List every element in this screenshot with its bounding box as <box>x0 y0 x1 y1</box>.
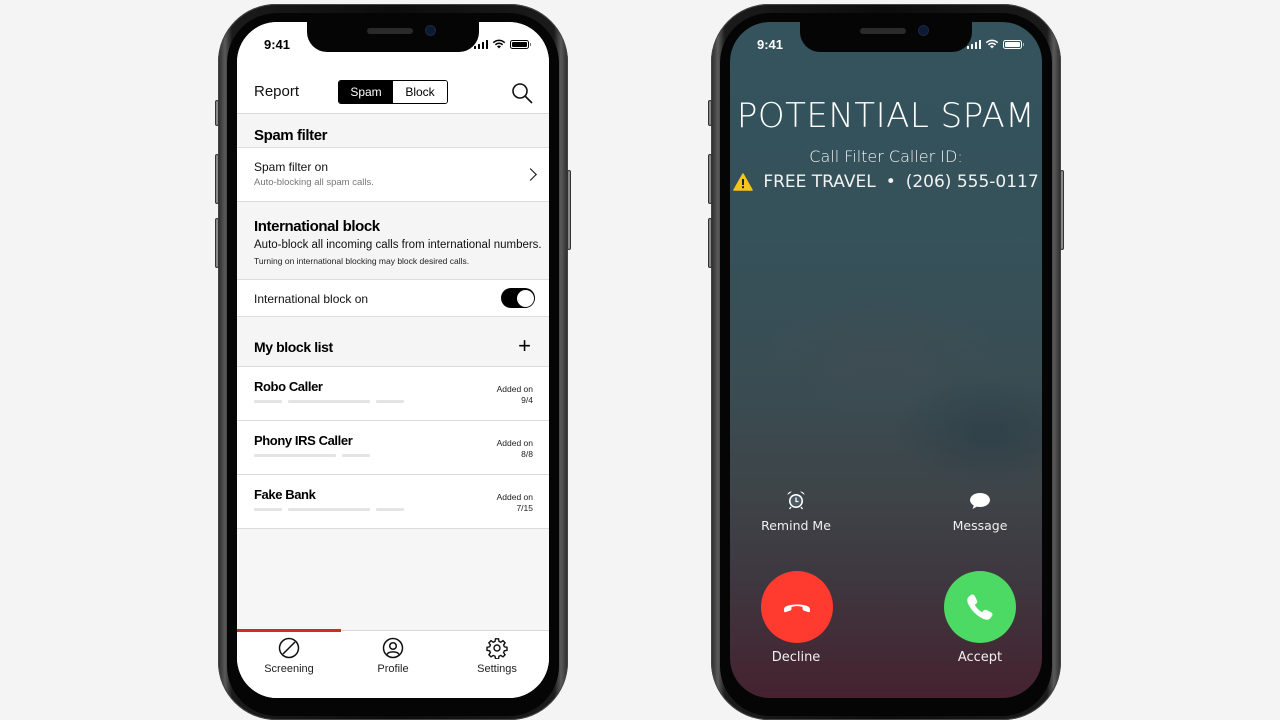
top-bar: Report Spam Block <box>237 64 549 114</box>
warning-icon <box>733 173 754 191</box>
tab-screening[interactable]: Screening <box>237 637 341 675</box>
international-block-section-header: International block Auto-block all incom… <box>237 202 549 280</box>
volume-up-button <box>708 154 712 204</box>
notch <box>307 22 479 52</box>
phone-icon <box>967 594 993 620</box>
search-icon[interactable] <box>511 82 533 104</box>
caller-info: FREE TRAVEL • (206) 555-0117 <box>730 172 1042 192</box>
spam-filter-row-label: Spam filter on <box>254 160 329 174</box>
caller-id-label: Call Filter Caller ID: <box>809 147 963 166</box>
gear-icon <box>486 638 508 659</box>
message-button[interactable]: Message <box>925 492 1035 533</box>
tab-label: Profile <box>377 663 409 675</box>
international-block-row: International block on <box>237 279 549 317</box>
spam-filter-row[interactable]: Spam filter on Auto-blocking all spam ca… <box>237 147 549 202</box>
block-item-added: Added on 9/4 <box>496 384 533 405</box>
chevron-right-icon <box>524 168 537 181</box>
block-item-name: Phony IRS Caller <box>254 433 353 448</box>
call-title: POTENTIAL SPAM <box>736 96 1036 136</box>
power-button <box>1060 170 1064 250</box>
international-block-row-label: International block on <box>254 292 369 306</box>
volume-down-button <box>215 218 219 268</box>
wifi-icon <box>492 39 506 49</box>
block-list-item[interactable]: Robo Caller Added on 9/4 <box>237 367 549 421</box>
block-item-name: Fake Bank <box>254 487 316 502</box>
wifi-icon <box>985 39 999 49</box>
prohibited-icon <box>278 637 300 659</box>
tab-settings[interactable]: Settings <box>445 637 549 675</box>
report-button[interactable]: Report <box>254 83 299 100</box>
message-label: Message <box>952 518 1008 533</box>
plus-icon[interactable]: + <box>518 335 531 357</box>
tab-label: Settings <box>477 663 517 675</box>
phone-right: 9:41 POTENTIAL SPAM Call Filter Caller I… <box>708 4 1064 720</box>
international-block-subtitle: Auto-block all incoming calls from inter… <box>254 239 542 251</box>
tab-label: Screening <box>264 663 314 675</box>
spam-filter-title: Spam filter <box>254 127 328 144</box>
remind-me-button[interactable]: Remind Me <box>741 490 851 533</box>
caller-name: FREE TRAVEL <box>763 172 876 192</box>
separator-dot: • <box>885 172 896 192</box>
mute-switch <box>215 100 219 126</box>
accept-label: Accept <box>957 650 1003 665</box>
block-item-name: Robo Caller <box>254 379 323 394</box>
spam-block-segmented-control: Spam Block <box>338 80 448 104</box>
volume-down-button <box>708 218 712 268</box>
stage: 9:41 Report Spam Block Spam filter Auto-… <box>0 0 1280 720</box>
block-list-title: My block list <box>254 339 333 355</box>
decline-button[interactable] <box>761 571 833 643</box>
international-block-toggle[interactable] <box>501 288 535 308</box>
tab-profile[interactable]: Profile <box>341 637 445 675</box>
block-list-item[interactable]: Fake Bank Added on 7/15 <box>237 475 549 529</box>
power-button <box>567 170 571 250</box>
block-list-item[interactable]: Phony IRS Caller Added on 8/8 <box>237 421 549 475</box>
incoming-call-screen: 9:41 POTENTIAL SPAM Call Filter Caller I… <box>730 22 1042 698</box>
alarm-clock-icon <box>787 491 805 510</box>
spam-filter-section-header: Spam filter Auto-block spam calls by ris… <box>237 115 549 160</box>
caller-number: (206) 555-0117 <box>905 172 1039 192</box>
notch <box>800 22 972 52</box>
block-list-section-header: My block list + <box>237 317 549 367</box>
tab-bar: Screening Profile Settings <box>237 629 549 698</box>
decline-label: Decline <box>771 650 821 665</box>
message-bubble-icon <box>970 493 990 509</box>
volume-up-button <box>215 154 219 204</box>
status-time: 9:41 <box>264 37 291 52</box>
phone-left: 9:41 Report Spam Block Spam filter Auto-… <box>215 4 571 720</box>
status-time: 9:41 <box>757 37 784 52</box>
active-tab-indicator <box>237 629 341 632</box>
international-block-note: Turning on international blocking may bl… <box>254 256 470 266</box>
segment-spam[interactable]: Spam <box>339 81 393 103</box>
international-block-title: International block <box>254 218 380 235</box>
remind-me-label: Remind Me <box>761 518 831 533</box>
battery-icon <box>1003 39 1024 49</box>
hang-up-icon <box>784 604 810 613</box>
block-item-added: Added on 8/8 <box>496 438 533 459</box>
block-item-added: Added on 7/15 <box>496 492 533 513</box>
profile-icon <box>382 637 404 659</box>
battery-icon <box>510 39 531 49</box>
accept-button[interactable] <box>944 571 1016 643</box>
mute-switch <box>708 100 712 126</box>
call-filter-app-screen: 9:41 Report Spam Block Spam filter Auto-… <box>237 22 549 698</box>
spam-filter-row-sublabel: Auto-blocking all spam calls. <box>254 177 374 188</box>
segment-block[interactable]: Block <box>393 81 447 103</box>
